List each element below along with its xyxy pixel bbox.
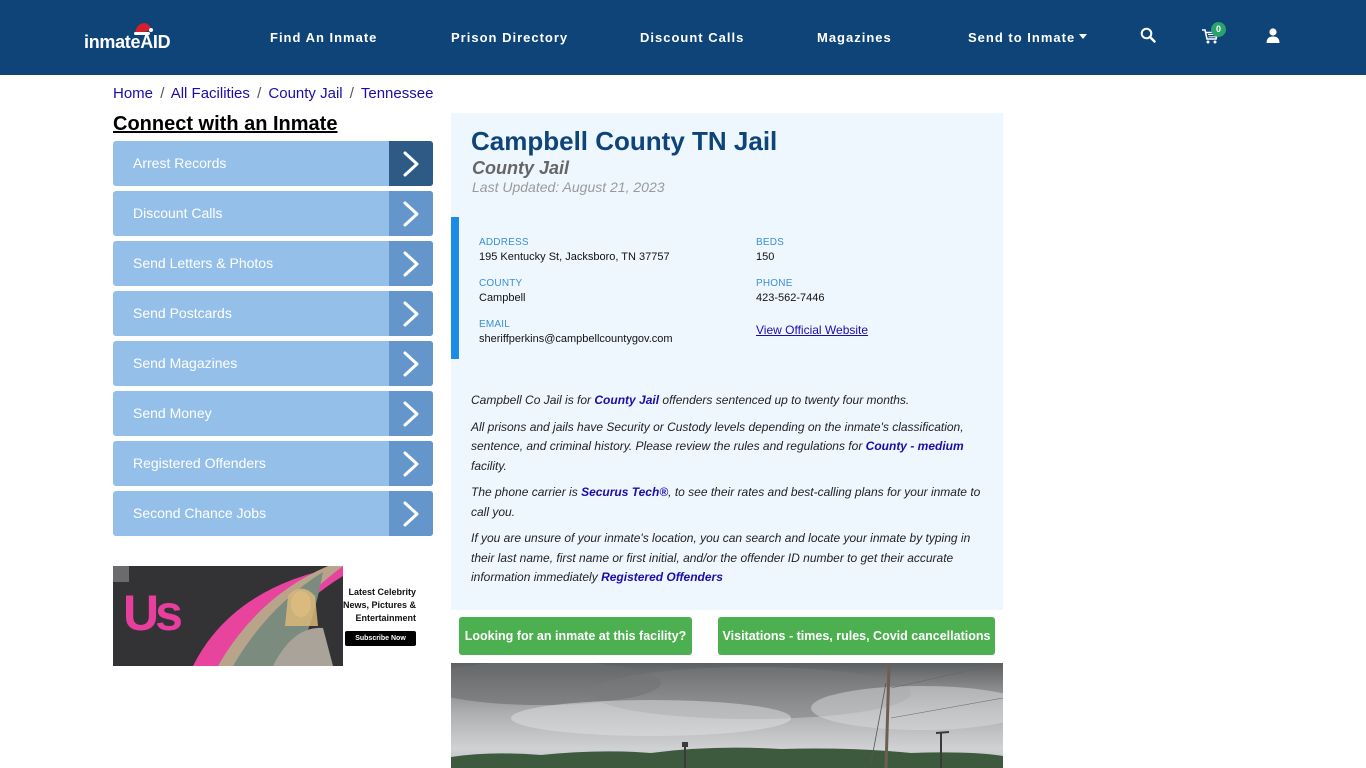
chevron-right-icon	[403, 201, 419, 227]
chevron-right-icon	[403, 301, 419, 327]
ad-brand-logo: Us	[123, 585, 183, 641]
logo[interactable]: inmateAID	[84, 22, 184, 56]
chevron-right-icon	[403, 151, 419, 177]
sidebar-item-label: Arrest Records	[133, 155, 227, 171]
email-field: EMAIL sheriffperkins@campbellcountygov.c…	[479, 319, 673, 345]
chevron-right-icon	[403, 501, 419, 527]
breadcrumb-county-jail[interactable]: County Jail	[268, 85, 342, 102]
caret-down-icon	[1079, 34, 1088, 40]
description-paragraph: The phone carrier is Securus Tech®, to s…	[471, 485, 981, 519]
chevron-right-icon	[403, 401, 419, 427]
chevron-right-icon	[403, 451, 419, 477]
custody-level-link[interactable]: County - medium	[866, 439, 964, 453]
website-field: View Official Website	[756, 321, 868, 339]
info-accent-bar	[451, 217, 459, 359]
description-paragraph: If you are unsure of your inmate's locat…	[471, 531, 971, 584]
sidebar-item-send-postcards[interactable]: Send Postcards	[113, 291, 433, 336]
nav-magazines[interactable]: Magazines	[817, 30, 892, 45]
sidebar-item-label: Send Magazines	[133, 355, 238, 371]
site-header: inmateAID Find An Inmate Prison Director…	[0, 0, 1366, 75]
county-value: Campbell	[479, 292, 526, 304]
breadcrumb-separator: /	[349, 85, 354, 102]
breadcrumb: Home / All Facilities / County Jail / Te…	[113, 85, 433, 102]
sidebar-item-second-chance-jobs[interactable]: Second Chance Jobs	[113, 491, 433, 536]
breadcrumb-home[interactable]: Home	[113, 85, 153, 102]
nav-prison-directory[interactable]: Prison Directory	[451, 30, 568, 45]
chevron-right-icon	[403, 351, 419, 377]
sidebar-item-discount-calls[interactable]: Discount Calls	[113, 191, 433, 236]
sidebar-item-arrest-records[interactable]: Arrest Records	[113, 141, 433, 186]
logo-text-aid: AID	[140, 32, 171, 52]
registered-offenders-link[interactable]: Registered Offenders	[601, 570, 723, 584]
sidebar-item-send-money[interactable]: Send Money	[113, 391, 433, 436]
cart-count-badge: 0	[1211, 22, 1226, 37]
sidebar-item-label: Discount Calls	[133, 205, 223, 221]
sidebar-item-label: Send Letters & Photos	[133, 255, 274, 271]
phone-value: 423-562-7446	[756, 292, 825, 304]
address-field: ADDRESS 195 Kentucky St, Jacksboro, TN 3…	[479, 237, 670, 263]
county-field: COUNTY Campbell	[479, 278, 526, 304]
ad-subscribe-button[interactable]: Subscribe Now	[345, 631, 416, 646]
search-icon[interactable]	[1140, 27, 1156, 43]
nav-discount-calls[interactable]: Discount Calls	[640, 30, 744, 45]
facility-panel: Campbell County TN Jail County Jail Last…	[451, 113, 1003, 610]
advertisement-banner[interactable]: Us Latest Celebrity News, Pictures & Ent…	[113, 566, 433, 666]
sidebar-item-label: Send Postcards	[133, 305, 232, 321]
sidebar-item-registered-offenders[interactable]: Registered Offenders	[113, 441, 433, 486]
breadcrumb-all-facilities[interactable]: All Facilities	[171, 85, 250, 102]
official-website-link[interactable]: View Official Website	[756, 323, 868, 337]
sidebar-item-label: Registered Offenders	[133, 455, 266, 471]
description-paragraph: All prisons and jails have Security or C…	[471, 419, 964, 473]
facility-type: County Jail	[472, 158, 570, 178]
county-jail-link[interactable]: County Jail	[594, 393, 659, 407]
phone-field: PHONE 423-562-7446	[756, 278, 825, 304]
phone-carrier-link[interactable]: Securus Tech®	[581, 485, 668, 499]
sidebar-item-label: Second Chance Jobs	[133, 505, 267, 521]
visitations-button[interactable]: Visitations - times, rules, Covid cancel…	[718, 617, 995, 655]
beds-value: 150	[756, 251, 775, 263]
nav-send-to-inmate[interactable]: Send to Inmate	[968, 30, 1088, 45]
ad-photo	[193, 566, 343, 666]
beds-field: BEDS 150	[756, 237, 785, 263]
logo-text-inmate: inmate	[84, 32, 141, 52]
email-value: sheriffperkins@campbellcountygov.com	[479, 333, 673, 345]
facility-title: Campbell County TN Jail	[471, 126, 778, 156]
user-icon[interactable]	[1266, 28, 1280, 43]
sidebar-title[interactable]: Connect with an Inmate	[113, 113, 337, 136]
nav-send-to-inmate-label: Send to Inmate	[968, 30, 1076, 45]
sidebar-item-send-magazines[interactable]: Send Magazines	[113, 341, 433, 386]
ad-headline: Latest Celebrity News, Pictures & Entert…	[342, 587, 416, 623]
nav-find-an-inmate[interactable]: Find An Inmate	[270, 30, 377, 45]
last-updated: Last Updated: August 21, 2023	[472, 179, 665, 195]
breadcrumb-separator: /	[160, 85, 165, 102]
ad-corner-mark	[113, 566, 129, 582]
breadcrumb-tennessee[interactable]: Tennessee	[361, 85, 434, 102]
facility-description: Campbell Co Jail is for County Jail offe…	[471, 391, 981, 595]
breadcrumb-separator: /	[257, 85, 262, 102]
sidebar-item-label: Send Money	[133, 405, 212, 421]
address-value: 195 Kentucky St, Jacksboro, TN 37757	[479, 251, 670, 263]
sidebar-menu: Arrest Records Discount Calls Send Lette…	[113, 141, 433, 541]
facility-photo	[451, 663, 1003, 768]
chevron-right-icon	[403, 251, 419, 277]
sidebar-item-send-letters-photos[interactable]: Send Letters & Photos	[113, 241, 433, 286]
find-inmate-at-facility-button[interactable]: Looking for an inmate at this facility?	[459, 617, 692, 655]
description-paragraph: Campbell Co Jail is for County Jail offe…	[471, 393, 910, 407]
facility-photo-scene	[451, 663, 1003, 768]
